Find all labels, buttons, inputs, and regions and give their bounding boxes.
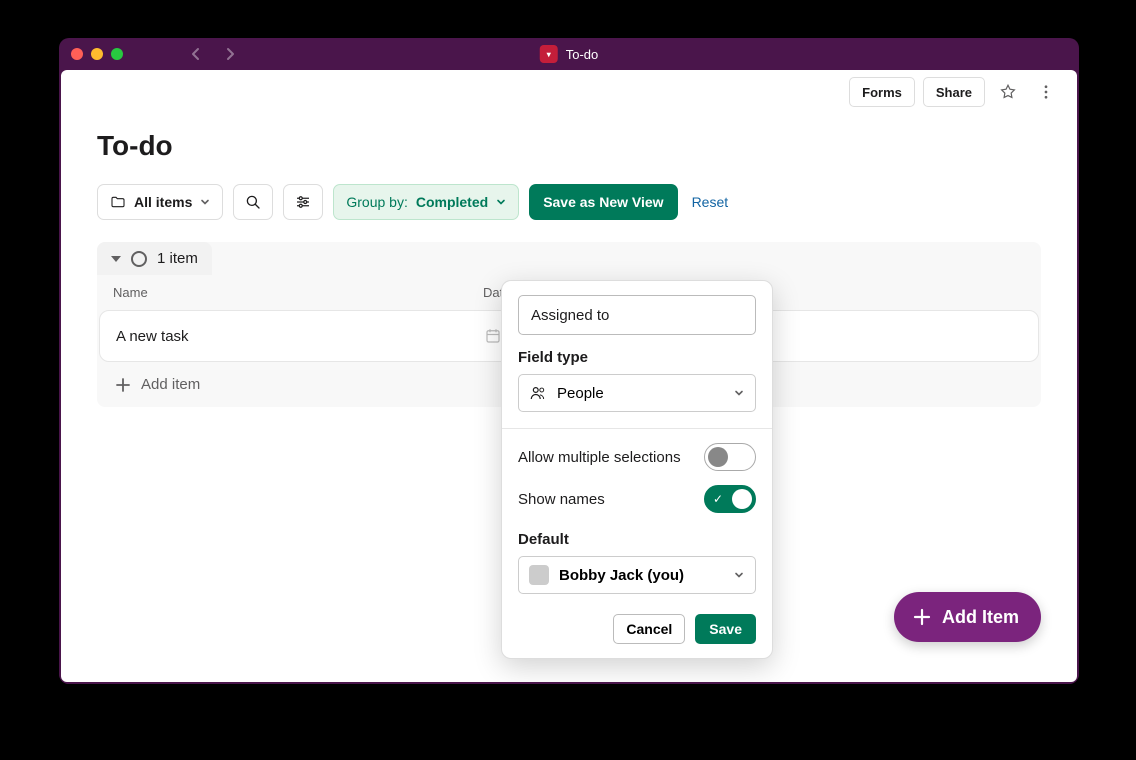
check-icon: ✓	[713, 492, 723, 506]
chevron-down-icon	[496, 197, 506, 207]
plus-icon	[115, 377, 131, 393]
page-title: To-do	[97, 130, 1041, 162]
back-button[interactable]	[187, 45, 205, 63]
filter-button[interactable]	[283, 184, 323, 220]
field-type-select[interactable]: People	[518, 374, 756, 412]
default-select[interactable]: Bobby Jack (you)	[518, 556, 756, 594]
avatar	[529, 565, 549, 585]
field-config-popover: Field type People Allow multiple selecti…	[501, 280, 773, 659]
field-name-input[interactable]	[518, 295, 756, 335]
window-title-area: ▾ To-do	[540, 45, 599, 63]
nav-arrows	[187, 45, 239, 63]
cancel-button[interactable]: Cancel	[613, 614, 685, 644]
search-button[interactable]	[233, 184, 273, 220]
group-by-label: Group by:	[346, 194, 407, 210]
view-selector-label: All items	[134, 194, 192, 210]
task-name: A new task	[116, 328, 484, 345]
app-window: ▾ To-do Forms Share To-do	[59, 38, 1079, 684]
show-names-toggle[interactable]: ✓	[704, 485, 756, 513]
chevron-down-icon	[733, 569, 745, 581]
toolbar: All items Group by:	[97, 184, 1041, 220]
people-icon	[529, 384, 547, 402]
maximize-window-button[interactable]	[111, 48, 123, 60]
share-button[interactable]: Share	[923, 77, 985, 107]
calendar-icon[interactable]	[484, 327, 502, 345]
allow-multiple-toggle[interactable]	[704, 443, 756, 471]
close-window-button[interactable]	[71, 48, 83, 60]
save-button[interactable]: Save	[695, 614, 756, 644]
chevron-down-icon	[733, 387, 745, 399]
forms-button[interactable]: Forms	[849, 77, 915, 107]
reset-link[interactable]: Reset	[692, 194, 729, 210]
window-title: To-do	[566, 47, 599, 62]
add-item-fab[interactable]: Add Item	[894, 592, 1041, 642]
titlebar: ▾ To-do	[59, 38, 1079, 70]
forward-button[interactable]	[221, 45, 239, 63]
plus-icon	[912, 607, 932, 627]
app-icon: ▾	[540, 45, 558, 63]
chevron-down-icon	[200, 197, 210, 207]
fab-label: Add Item	[942, 607, 1019, 628]
group-by-value: Completed	[416, 194, 488, 210]
allow-multiple-label: Allow multiple selections	[518, 449, 681, 466]
group-by-pill[interactable]: Group by: Completed	[333, 184, 519, 220]
content-area: Forms Share To-do All items	[61, 70, 1077, 682]
uncompleted-icon	[131, 251, 147, 267]
save-view-button[interactable]: Save as New View	[529, 184, 677, 220]
field-type-label: Field type	[518, 349, 756, 366]
group-header[interactable]: 1 item	[97, 242, 212, 275]
folder-icon	[110, 194, 126, 210]
star-icon[interactable]	[993, 77, 1023, 107]
view-selector[interactable]: All items	[97, 184, 223, 220]
search-icon	[244, 193, 262, 211]
group-count: 1 item	[157, 250, 198, 267]
topbar: Forms Share	[61, 70, 1077, 114]
column-name[interactable]: Name	[113, 285, 483, 300]
filter-icon	[294, 193, 312, 211]
traffic-lights	[71, 48, 123, 60]
minimize-window-button[interactable]	[91, 48, 103, 60]
add-item-label: Add item	[141, 376, 200, 393]
default-label: Default	[518, 531, 756, 548]
default-value: Bobby Jack (you)	[559, 567, 684, 584]
more-icon[interactable]	[1031, 77, 1061, 107]
show-names-label: Show names	[518, 491, 605, 508]
field-type-value: People	[557, 385, 604, 402]
caret-down-icon	[111, 256, 121, 262]
